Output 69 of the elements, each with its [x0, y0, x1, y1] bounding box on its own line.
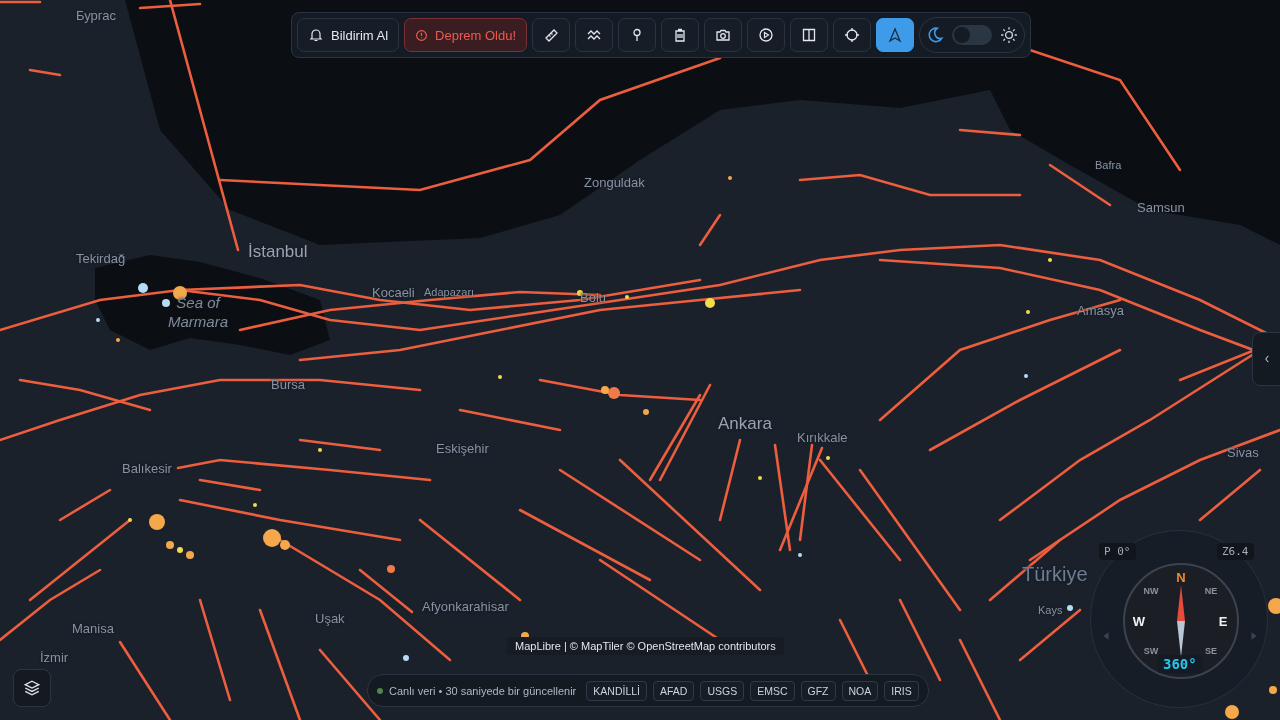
- crosshair-icon: [844, 27, 860, 43]
- map-label: Sea of Marmara: [167, 293, 229, 331]
- moon-icon: [926, 26, 944, 44]
- map-label: Samsun: [1137, 200, 1185, 215]
- map-label: Uşak: [315, 611, 345, 626]
- alert-icon: [415, 28, 429, 42]
- source-tag: GFZ: [800, 680, 836, 701]
- map-label: İstanbul: [248, 242, 308, 262]
- map-label: Sivas: [1227, 445, 1259, 460]
- tool-button[interactable]: [704, 18, 742, 52]
- layers-button[interactable]: [13, 669, 51, 707]
- map-label: Kocaeli: [372, 285, 415, 300]
- source-tag: USGS: [700, 680, 745, 701]
- compass-direction: N: [1176, 569, 1186, 585]
- tool-button[interactable]: [747, 18, 785, 52]
- trash-icon: [672, 27, 688, 43]
- sun-icon: [1000, 26, 1018, 44]
- map-label: Kırıkkale: [797, 430, 848, 445]
- compass-direction: W: [1132, 613, 1146, 629]
- compass-direction: E: [1218, 613, 1228, 629]
- notify-button[interactable]: Bildirim Al: [297, 18, 400, 52]
- map-label: Bolu: [580, 290, 607, 305]
- map-label: Balıkesir: [122, 461, 172, 476]
- source-tag: NOA: [841, 680, 879, 701]
- map-label: Adapazarı: [424, 286, 475, 298]
- source-tag: KANDİLLİ: [586, 680, 647, 701]
- compass-direction: NW: [1143, 586, 1159, 596]
- alert-button[interactable]: Deprem Oldu!: [404, 18, 527, 52]
- bell-icon: [308, 27, 324, 43]
- split-view-icon: [801, 27, 817, 43]
- map-label: Afyonkarahisar: [422, 599, 509, 614]
- heading-readout: 360°: [1157, 655, 1203, 673]
- map-label: Eskişehir: [436, 441, 489, 456]
- compass-direction: NE: [1204, 586, 1218, 596]
- map-label: Ankara: [718, 414, 772, 434]
- source-tag: IRIS: [884, 680, 919, 701]
- compass-direction: SE: [1205, 646, 1217, 656]
- compass-direction: SW: [1143, 646, 1159, 656]
- tool-button[interactable]: [618, 18, 656, 52]
- map-label: Türkiye: [1022, 563, 1088, 586]
- map-label: Amasya: [1077, 303, 1124, 318]
- pitch-readout: P 0°: [1099, 543, 1136, 560]
- rotate-right-icon: [1249, 630, 1259, 642]
- navigation-arrow-icon: [887, 27, 903, 43]
- chevron-left-icon: [1262, 354, 1272, 364]
- zoom-readout: Z6.4: [1217, 543, 1254, 560]
- map-label: Бургас: [76, 8, 116, 23]
- theme-toggle[interactable]: [952, 25, 992, 45]
- map-label: Kays: [1038, 604, 1063, 616]
- rotate-left-icon: [1101, 630, 1111, 642]
- source-tag: AFAD: [653, 680, 695, 701]
- map-label: Manisa: [72, 621, 114, 636]
- source-tag: EMSC: [750, 680, 795, 701]
- status-text: Canlı veri • 30 saniyede bir güncellenir: [389, 684, 577, 697]
- tool-button[interactable]: [876, 18, 914, 52]
- play-icon: [758, 27, 774, 43]
- map-label: Zonguldak: [584, 175, 645, 190]
- attribution-text: MapLibre | © MapTiler © OpenStreetMap contributors: [507, 637, 784, 655]
- map-label: Bafra: [1095, 159, 1122, 171]
- tool-button[interactable]: [661, 18, 699, 52]
- map-label: Tekirdağ: [76, 251, 126, 266]
- camera-icon: [715, 27, 731, 43]
- layers-icon: [23, 679, 41, 697]
- map-label: Bursa: [271, 377, 305, 392]
- tool-button[interactable]: [833, 18, 871, 52]
- map-label: İzmir: [40, 650, 69, 665]
- ruler-icon: [543, 27, 559, 43]
- tool-button[interactable]: [790, 18, 828, 52]
- panel-toggle-button[interactable]: [1252, 332, 1280, 386]
